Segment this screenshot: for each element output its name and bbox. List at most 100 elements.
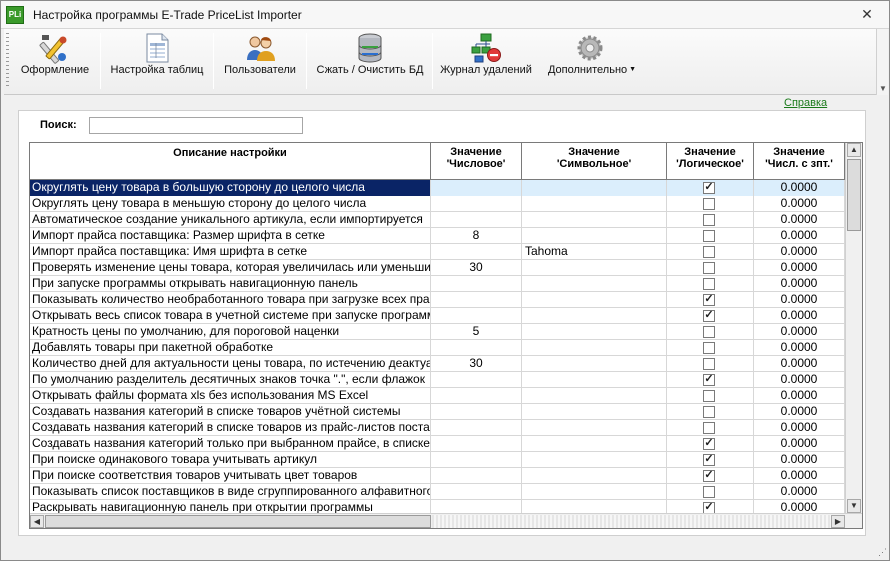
column-header-boolean[interactable]: Значение 'Логическое' (667, 143, 754, 180)
scroll-down-icon[interactable]: ▼ (847, 499, 861, 513)
setting-checkbox[interactable] (703, 422, 715, 434)
setting-description[interactable]: Округлять цену товара в большую сторону … (30, 180, 431, 196)
table-row[interactable]: Автоматическое создание уникального арти… (30, 212, 845, 228)
setting-string-value[interactable] (522, 212, 667, 228)
setting-description[interactable]: Создавать названия категорий в списке то… (30, 404, 431, 420)
additional-button[interactable]: Дополнительно ▼ (542, 29, 642, 95)
setting-decimal-value[interactable]: 0.0000 (754, 180, 845, 196)
setting-checkbox[interactable] (703, 262, 715, 274)
table-row[interactable]: Создавать названия категорий в списке то… (30, 420, 845, 436)
horizontal-scroll-track[interactable] (432, 515, 844, 528)
setting-numeric-value[interactable] (431, 484, 522, 500)
setting-description[interactable]: Импорт прайса поставщика: Имя шрифта в с… (30, 244, 431, 260)
setting-string-value[interactable] (522, 196, 667, 212)
setting-checkbox[interactable] (703, 246, 715, 258)
setting-description[interactable]: Создавать названия категорий только при … (30, 436, 431, 452)
setting-decimal-value[interactable]: 0.0000 (754, 292, 845, 308)
column-header-string[interactable]: Значение 'Символьное' (522, 143, 667, 180)
setting-string-value[interactable] (522, 356, 667, 372)
setting-string-value[interactable] (522, 452, 667, 468)
help-link[interactable]: Справка (784, 97, 827, 109)
toolbar-grip[interactable] (6, 33, 9, 89)
column-header-description[interactable]: Описание настройки (30, 143, 431, 180)
setting-checkbox[interactable] (703, 406, 715, 418)
setting-decimal-value[interactable]: 0.0000 (754, 244, 845, 260)
setting-checkbox[interactable]: ✓ (703, 293, 715, 306)
setting-string-value[interactable] (522, 308, 667, 324)
setting-numeric-value[interactable] (431, 212, 522, 228)
setting-description[interactable]: Округлять цену товара в меньшую сторону … (30, 196, 431, 212)
setting-description[interactable]: Импорт прайса поставщика: Размер шрифта … (30, 228, 431, 244)
setting-string-value[interactable] (522, 420, 667, 436)
setting-description[interactable]: Показывать список поставщиков в виде сгр… (30, 484, 431, 500)
setting-checkbox[interactable] (703, 230, 715, 242)
setting-decimal-value[interactable]: 0.0000 (754, 260, 845, 276)
setting-decimal-value[interactable]: 0.0000 (754, 404, 845, 420)
setting-description[interactable]: Показывать количество необработанного то… (30, 292, 431, 308)
table-row[interactable]: Импорт прайса поставщика: Имя шрифта в с… (30, 244, 845, 260)
setting-numeric-value[interactable]: 30 (431, 356, 522, 372)
search-input[interactable] (89, 117, 303, 134)
setting-numeric-value[interactable] (431, 196, 522, 212)
toolbar-overflow[interactable]: ▼ (876, 29, 888, 95)
setting-numeric-value[interactable]: 30 (431, 260, 522, 276)
setting-numeric-value[interactable] (431, 276, 522, 292)
appearance-button[interactable]: Оформление (16, 29, 94, 95)
setting-numeric-value[interactable] (431, 420, 522, 436)
table-row[interactable]: При поиске соответствия товаров учитыват… (30, 468, 845, 484)
close-button[interactable]: ✕ (852, 5, 882, 23)
compact-db-button[interactable]: Сжать / Очистить БД (310, 29, 430, 95)
table-row[interactable]: По умолчанию разделитель десятичных знак… (30, 372, 845, 388)
setting-checkbox[interactable] (703, 198, 715, 210)
column-header-numeric[interactable]: Значение 'Числовое' (431, 143, 522, 180)
setting-numeric-value[interactable] (431, 340, 522, 356)
setting-numeric-value[interactable] (431, 180, 522, 196)
setting-description[interactable]: Автоматическое создание уникального арти… (30, 212, 431, 228)
setting-decimal-value[interactable]: 0.0000 (754, 388, 845, 404)
resize-grip-icon[interactable]: ⋰ (878, 547, 887, 558)
setting-numeric-value[interactable] (431, 244, 522, 260)
setting-description[interactable]: Открывать весь список товара в учетной с… (30, 308, 431, 324)
setting-description[interactable]: При запуске программы открывать навигаци… (30, 276, 431, 292)
setting-string-value[interactable] (522, 324, 667, 340)
scroll-up-icon[interactable]: ▲ (847, 143, 861, 157)
table-row[interactable]: Количество дней для актуальности цены то… (30, 356, 845, 372)
setting-numeric-value[interactable] (431, 372, 522, 388)
table-row[interactable]: Округлять цену товара в меньшую сторону … (30, 196, 845, 212)
setting-decimal-value[interactable]: 0.0000 (754, 372, 845, 388)
setting-description[interactable]: При поиске соответствия товаров учитыват… (30, 468, 431, 484)
table-row[interactable]: Кратность цены по умолчанию, для порогов… (30, 324, 845, 340)
setting-string-value[interactable] (522, 228, 667, 244)
setting-string-value[interactable] (522, 260, 667, 276)
setting-numeric-value[interactable]: 5 (431, 324, 522, 340)
setting-decimal-value[interactable]: 0.0000 (754, 356, 845, 372)
setting-description[interactable]: Добавлять товары при пакетной обработке (30, 340, 431, 356)
scroll-right-icon[interactable]: ▶ (831, 515, 845, 528)
setting-string-value[interactable] (522, 404, 667, 420)
setting-numeric-value[interactable] (431, 388, 522, 404)
setting-checkbox[interactable] (703, 326, 715, 338)
setting-description[interactable]: Создавать названия категорий в списке то… (30, 420, 431, 436)
setting-checkbox[interactable] (703, 342, 715, 354)
setting-decimal-value[interactable]: 0.0000 (754, 324, 845, 340)
table-row[interactable]: Импорт прайса поставщика: Размер шрифта … (30, 228, 845, 244)
table-row[interactable]: При запуске программы открывать навигаци… (30, 276, 845, 292)
setting-checkbox[interactable]: ✓ (703, 309, 715, 322)
setting-decimal-value[interactable]: 0.0000 (754, 340, 845, 356)
setting-numeric-value[interactable] (431, 404, 522, 420)
setting-description[interactable]: Количество дней для актуальности цены то… (30, 356, 431, 372)
setting-checkbox[interactable]: ✓ (703, 437, 715, 450)
setting-decimal-value[interactable]: 0.0000 (754, 484, 845, 500)
setting-string-value[interactable] (522, 276, 667, 292)
setting-string-value[interactable] (522, 292, 667, 308)
setting-description[interactable]: Проверять изменение цены товара, которая… (30, 260, 431, 276)
setting-decimal-value[interactable]: 0.0000 (754, 468, 845, 484)
table-row[interactable]: Показывать список поставщиков в виде сгр… (30, 484, 845, 500)
setting-description[interactable]: По умолчанию разделитель десятичных знак… (30, 372, 431, 388)
setting-decimal-value[interactable]: 0.0000 (754, 212, 845, 228)
vertical-scrollbar[interactable]: ▲ ▼ (845, 143, 862, 513)
setting-checkbox[interactable] (703, 358, 715, 370)
setting-decimal-value[interactable]: 0.0000 (754, 420, 845, 436)
setting-string-value[interactable] (522, 468, 667, 484)
setting-numeric-value[interactable] (431, 452, 522, 468)
